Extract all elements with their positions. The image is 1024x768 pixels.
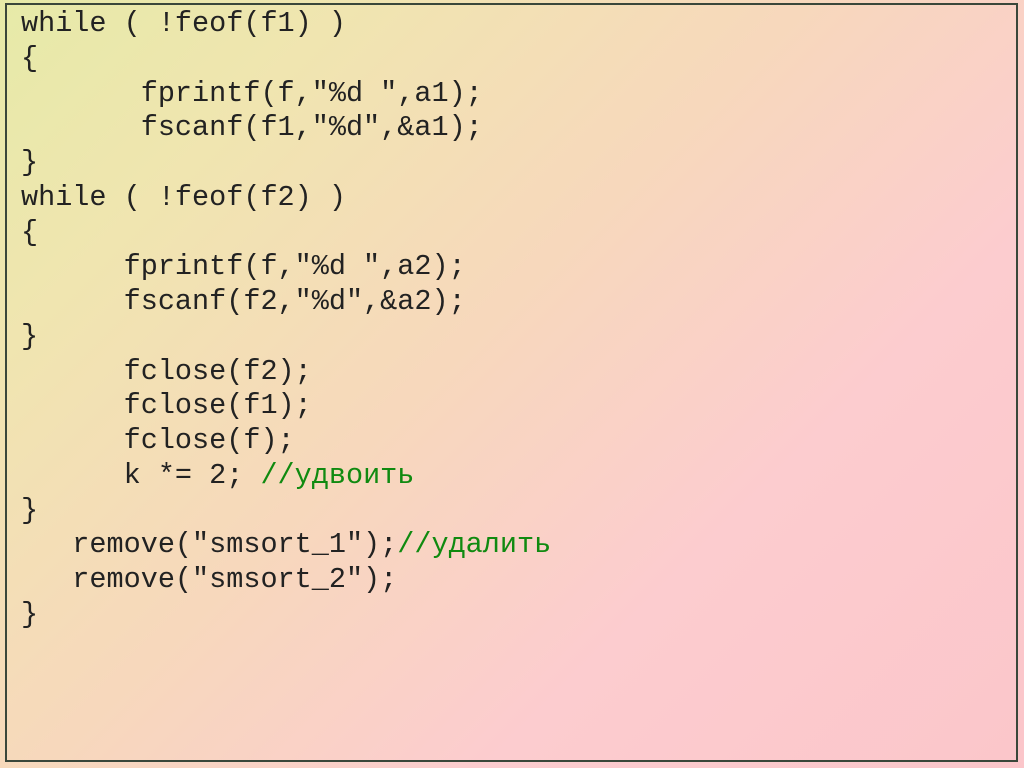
code-comment: //удалить: [397, 528, 551, 561]
code-line: fprintf(f,"%d ",a2);: [21, 250, 466, 283]
code-line: {: [21, 216, 38, 249]
code-line: fclose(f2);: [21, 355, 312, 388]
code-line: }: [21, 598, 38, 631]
code-block: while ( !feof(f1) ) { fprintf(f,"%d ",a1…: [21, 7, 1002, 633]
code-line: fprintf(f,"%d ",a1);: [21, 77, 483, 110]
code-line: while ( !feof(f2) ): [21, 181, 346, 214]
code-line: fclose(f1);: [21, 389, 312, 422]
code-line: while ( !feof(f1) ): [21, 7, 346, 40]
code-line: remove("smsort_1");: [21, 528, 397, 561]
code-comment: //удвоить: [260, 459, 414, 492]
slide-background: while ( !feof(f1) ) { fprintf(f,"%d ",a1…: [0, 0, 1024, 768]
code-line: }: [21, 494, 38, 527]
code-line: remove("smsort_2");: [21, 563, 397, 596]
slide-frame: while ( !feof(f1) ) { fprintf(f,"%d ",a1…: [5, 3, 1018, 762]
code-line: }: [21, 146, 38, 179]
code-line: k *= 2;: [21, 459, 260, 492]
code-line: fscanf(f2,"%d",&a2);: [21, 285, 466, 318]
code-line: fscanf(f1,"%d",&a1);: [21, 111, 483, 144]
code-line: }: [21, 320, 38, 353]
code-line: {: [21, 42, 38, 75]
code-line: fclose(f);: [21, 424, 295, 457]
